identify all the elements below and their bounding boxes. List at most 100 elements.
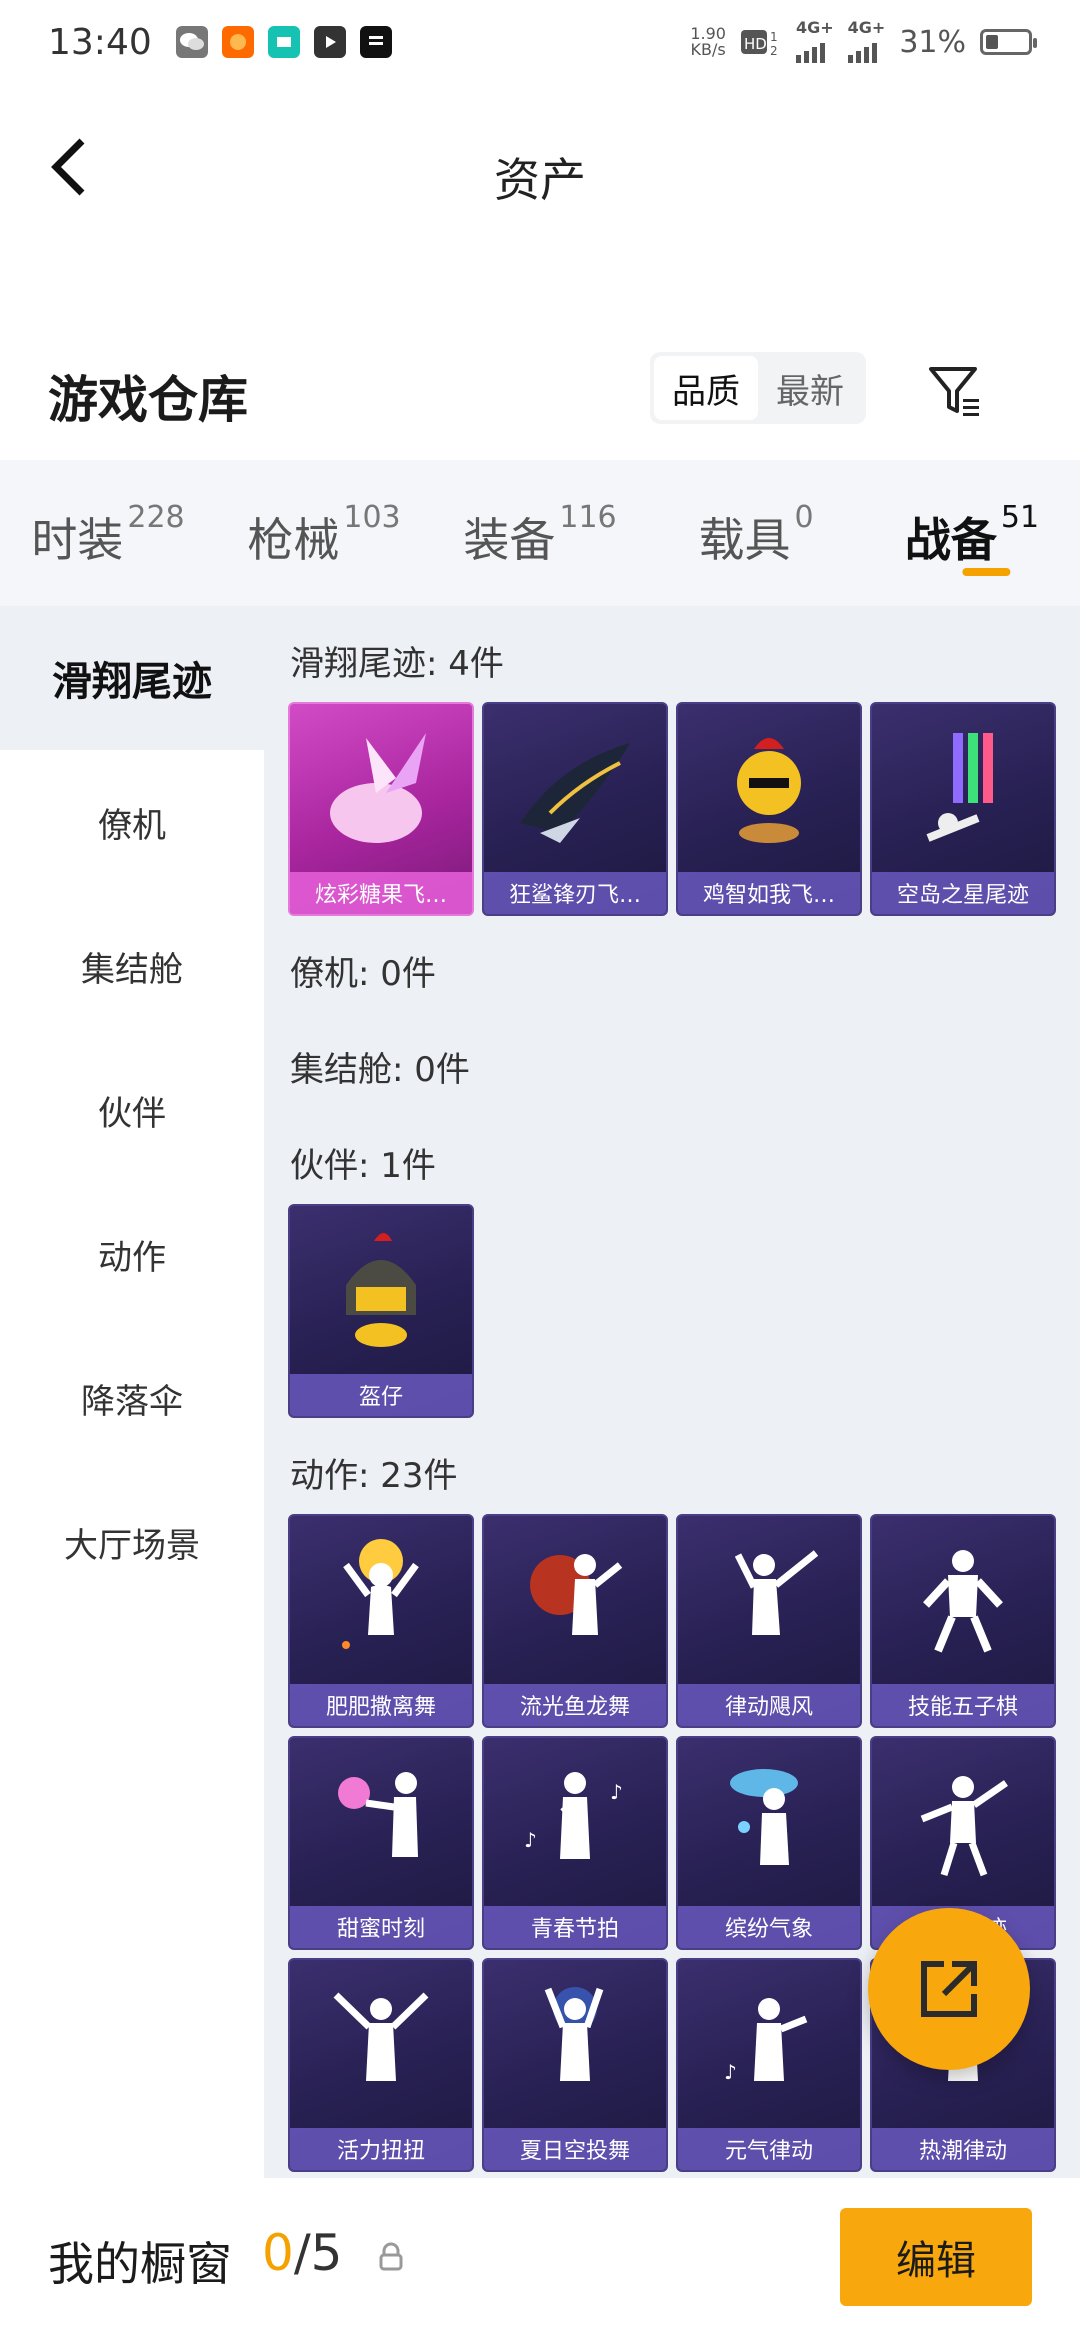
item-card[interactable]: 活力扭扭	[288, 1958, 474, 2172]
warehouse-header: 游戏仓库 品质 最新	[0, 340, 1080, 440]
tab-label: 时装	[31, 513, 124, 567]
battery-icon	[980, 29, 1037, 55]
item-name: 狂鲨锋刃飞…	[484, 872, 666, 914]
candy-trail-art	[290, 704, 472, 872]
item-name: 缤纷气象	[678, 1906, 860, 1948]
sidebar-item-partner[interactable]: 伙伴	[0, 1038, 264, 1182]
sort-toggle: 品质 最新	[650, 352, 866, 424]
tab-count: 51	[1000, 500, 1040, 535]
emote-figure-art	[872, 1738, 1054, 1906]
svg-text:♪: ♪	[524, 1828, 537, 1852]
section-heading-pod: 集结舱: 0件	[290, 1050, 470, 1090]
sidebar-item-glide-trail[interactable]: 滑翔尾迹	[0, 606, 264, 750]
category-tabs: 时装 228 枪械 103 装备 116 载具 0 战备 51	[0, 460, 1080, 606]
item-name: 热潮律动	[872, 2128, 1054, 2170]
sim2-label: 4G+	[847, 18, 886, 37]
showcase-title: 我的橱窗	[48, 2237, 232, 2291]
sky-star-trail-art	[872, 704, 1054, 872]
sim2-signal-icon: 4G+	[847, 18, 886, 63]
filter-button[interactable]	[920, 356, 990, 426]
filter-icon	[929, 367, 979, 416]
showcase-bar: 我的橱窗 0/5 编辑	[0, 2178, 1080, 2340]
item-card[interactable]: 甜蜜时刻	[288, 1736, 474, 1950]
tab-equipment[interactable]: 装备 116	[432, 460, 648, 606]
item-name: 活力扭扭	[290, 2128, 472, 2170]
share-fab[interactable]	[868, 1908, 1030, 2070]
item-card[interactable]: 空岛之星尾迹	[870, 702, 1056, 916]
status-indicators: 1.90 KB/s HD 1 2 4G+ 4G+ 31%	[690, 18, 1037, 63]
sim1-label: 4G+	[795, 18, 834, 37]
tab-count: 116	[559, 500, 617, 535]
hd-voice-icon: HD 1 2	[740, 30, 778, 57]
item-card[interactable]: 缤纷气象	[676, 1736, 862, 1950]
subcategory-sidebar: 滑翔尾迹 僚机 集结舱 伙伴 动作 降落伞 大厅场景	[0, 606, 264, 2178]
section-heading-emote: 动作: 23件	[290, 1456, 458, 1496]
tab-battle-prep[interactable]: 战备 51	[864, 460, 1080, 606]
section-heading-trail: 滑翔尾迹: 4件	[290, 644, 504, 684]
sidebar-item-parachute[interactable]: 降落伞	[0, 1326, 264, 1470]
warehouse-title: 游戏仓库	[48, 371, 248, 429]
item-name: 流光鱼龙舞	[484, 1684, 666, 1726]
sort-option-quality[interactable]: 品质	[654, 356, 758, 420]
tab-label: 装备	[463, 513, 556, 567]
emote-figure-art	[872, 1516, 1054, 1684]
item-name: 鸡智如我飞…	[678, 872, 860, 914]
item-card[interactable]: 鸡智如我飞…	[676, 702, 862, 916]
sort-option-newest[interactable]: 最新	[758, 356, 862, 420]
chicken-trail-art	[678, 704, 860, 872]
tab-label: 枪械	[247, 513, 340, 567]
sidebar-item-wingman[interactable]: 僚机	[0, 750, 264, 894]
item-name: 技能五子棋	[872, 1684, 1054, 1726]
network-speed: 1.90 KB/s	[690, 26, 726, 58]
sidebar-item-lobby-scene[interactable]: 大厅场景	[0, 1470, 264, 1614]
emote-figure-art: ♪ ♪	[484, 1738, 666, 1906]
item-card[interactable]: ♪ ♪ 青春节拍	[482, 1736, 668, 1950]
network-speed-unit: KB/s	[690, 40, 726, 59]
item-name: 肥肥撒离舞	[290, 1684, 472, 1726]
wechat-icon	[175, 26, 208, 58]
emote-figure-art	[678, 1738, 860, 1906]
item-name: 律动飓风	[678, 1684, 860, 1726]
item-name: 元气律动	[678, 2128, 860, 2170]
tab-vehicles[interactable]: 载具 0	[648, 460, 864, 606]
emote-figure-art	[290, 1516, 472, 1684]
emote-figure-art	[678, 1516, 860, 1684]
sidebar-item-rally-pod[interactable]: 集结舱	[0, 894, 264, 1038]
item-name: 炫彩糖果飞…	[290, 872, 472, 914]
item-card[interactable]: 狂鲨锋刃飞…	[482, 702, 668, 916]
tab-count: 103	[343, 500, 401, 535]
taobao-icon	[221, 26, 254, 58]
item-name: 青春节拍	[484, 1906, 666, 1948]
status-bar: 13:40 1.90 KB/s HD 1 2 4G+ 4G+ 31%	[0, 0, 1080, 84]
item-card[interactable]: 炫彩糖果飞…	[288, 702, 474, 916]
tab-fashion[interactable]: 时装 228	[0, 460, 216, 606]
item-card[interactable]: 流光鱼龙舞	[482, 1514, 668, 1728]
item-card[interactable]: 技能五子棋	[870, 1514, 1056, 1728]
item-card[interactable]: 肥肥撒离舞	[288, 1514, 474, 1728]
video-play-icon	[313, 26, 346, 58]
sidebar-item-emote[interactable]: 动作	[0, 1182, 264, 1326]
svg-text:HD: HD	[744, 35, 767, 53]
active-tab-indicator	[962, 568, 1011, 576]
item-card[interactable]: 律动飓风	[676, 1514, 862, 1728]
boss-icon	[267, 26, 300, 58]
section-heading-wingman: 僚机: 0件	[290, 954, 436, 994]
emote-figure-art	[484, 1516, 666, 1684]
item-name: 盔仔	[290, 1374, 472, 1416]
svg-text:♪: ♪	[610, 1780, 623, 1804]
tab-count: 228	[127, 500, 185, 535]
item-card[interactable]: ♪ 元气律动	[676, 1958, 862, 2172]
tab-count: 0	[794, 500, 814, 535]
item-card[interactable]: 夏日空投舞	[482, 1958, 668, 2172]
status-time: 13:40	[48, 21, 152, 63]
item-name: 甜蜜时刻	[290, 1906, 472, 1948]
emote-figure-art	[290, 1960, 472, 2128]
showcase-current: 0	[262, 2224, 294, 2282]
battery-percent: 31%	[899, 24, 966, 60]
top-app-bar: 资产	[0, 84, 1080, 254]
edit-button[interactable]: 编辑	[840, 2208, 1032, 2306]
item-card[interactable]: 盔仔	[288, 1204, 474, 1418]
tab-weapons[interactable]: 枪械 103	[216, 460, 432, 606]
showcase-total: /5	[293, 2224, 343, 2282]
showcase-count: 0/5	[262, 2224, 342, 2282]
